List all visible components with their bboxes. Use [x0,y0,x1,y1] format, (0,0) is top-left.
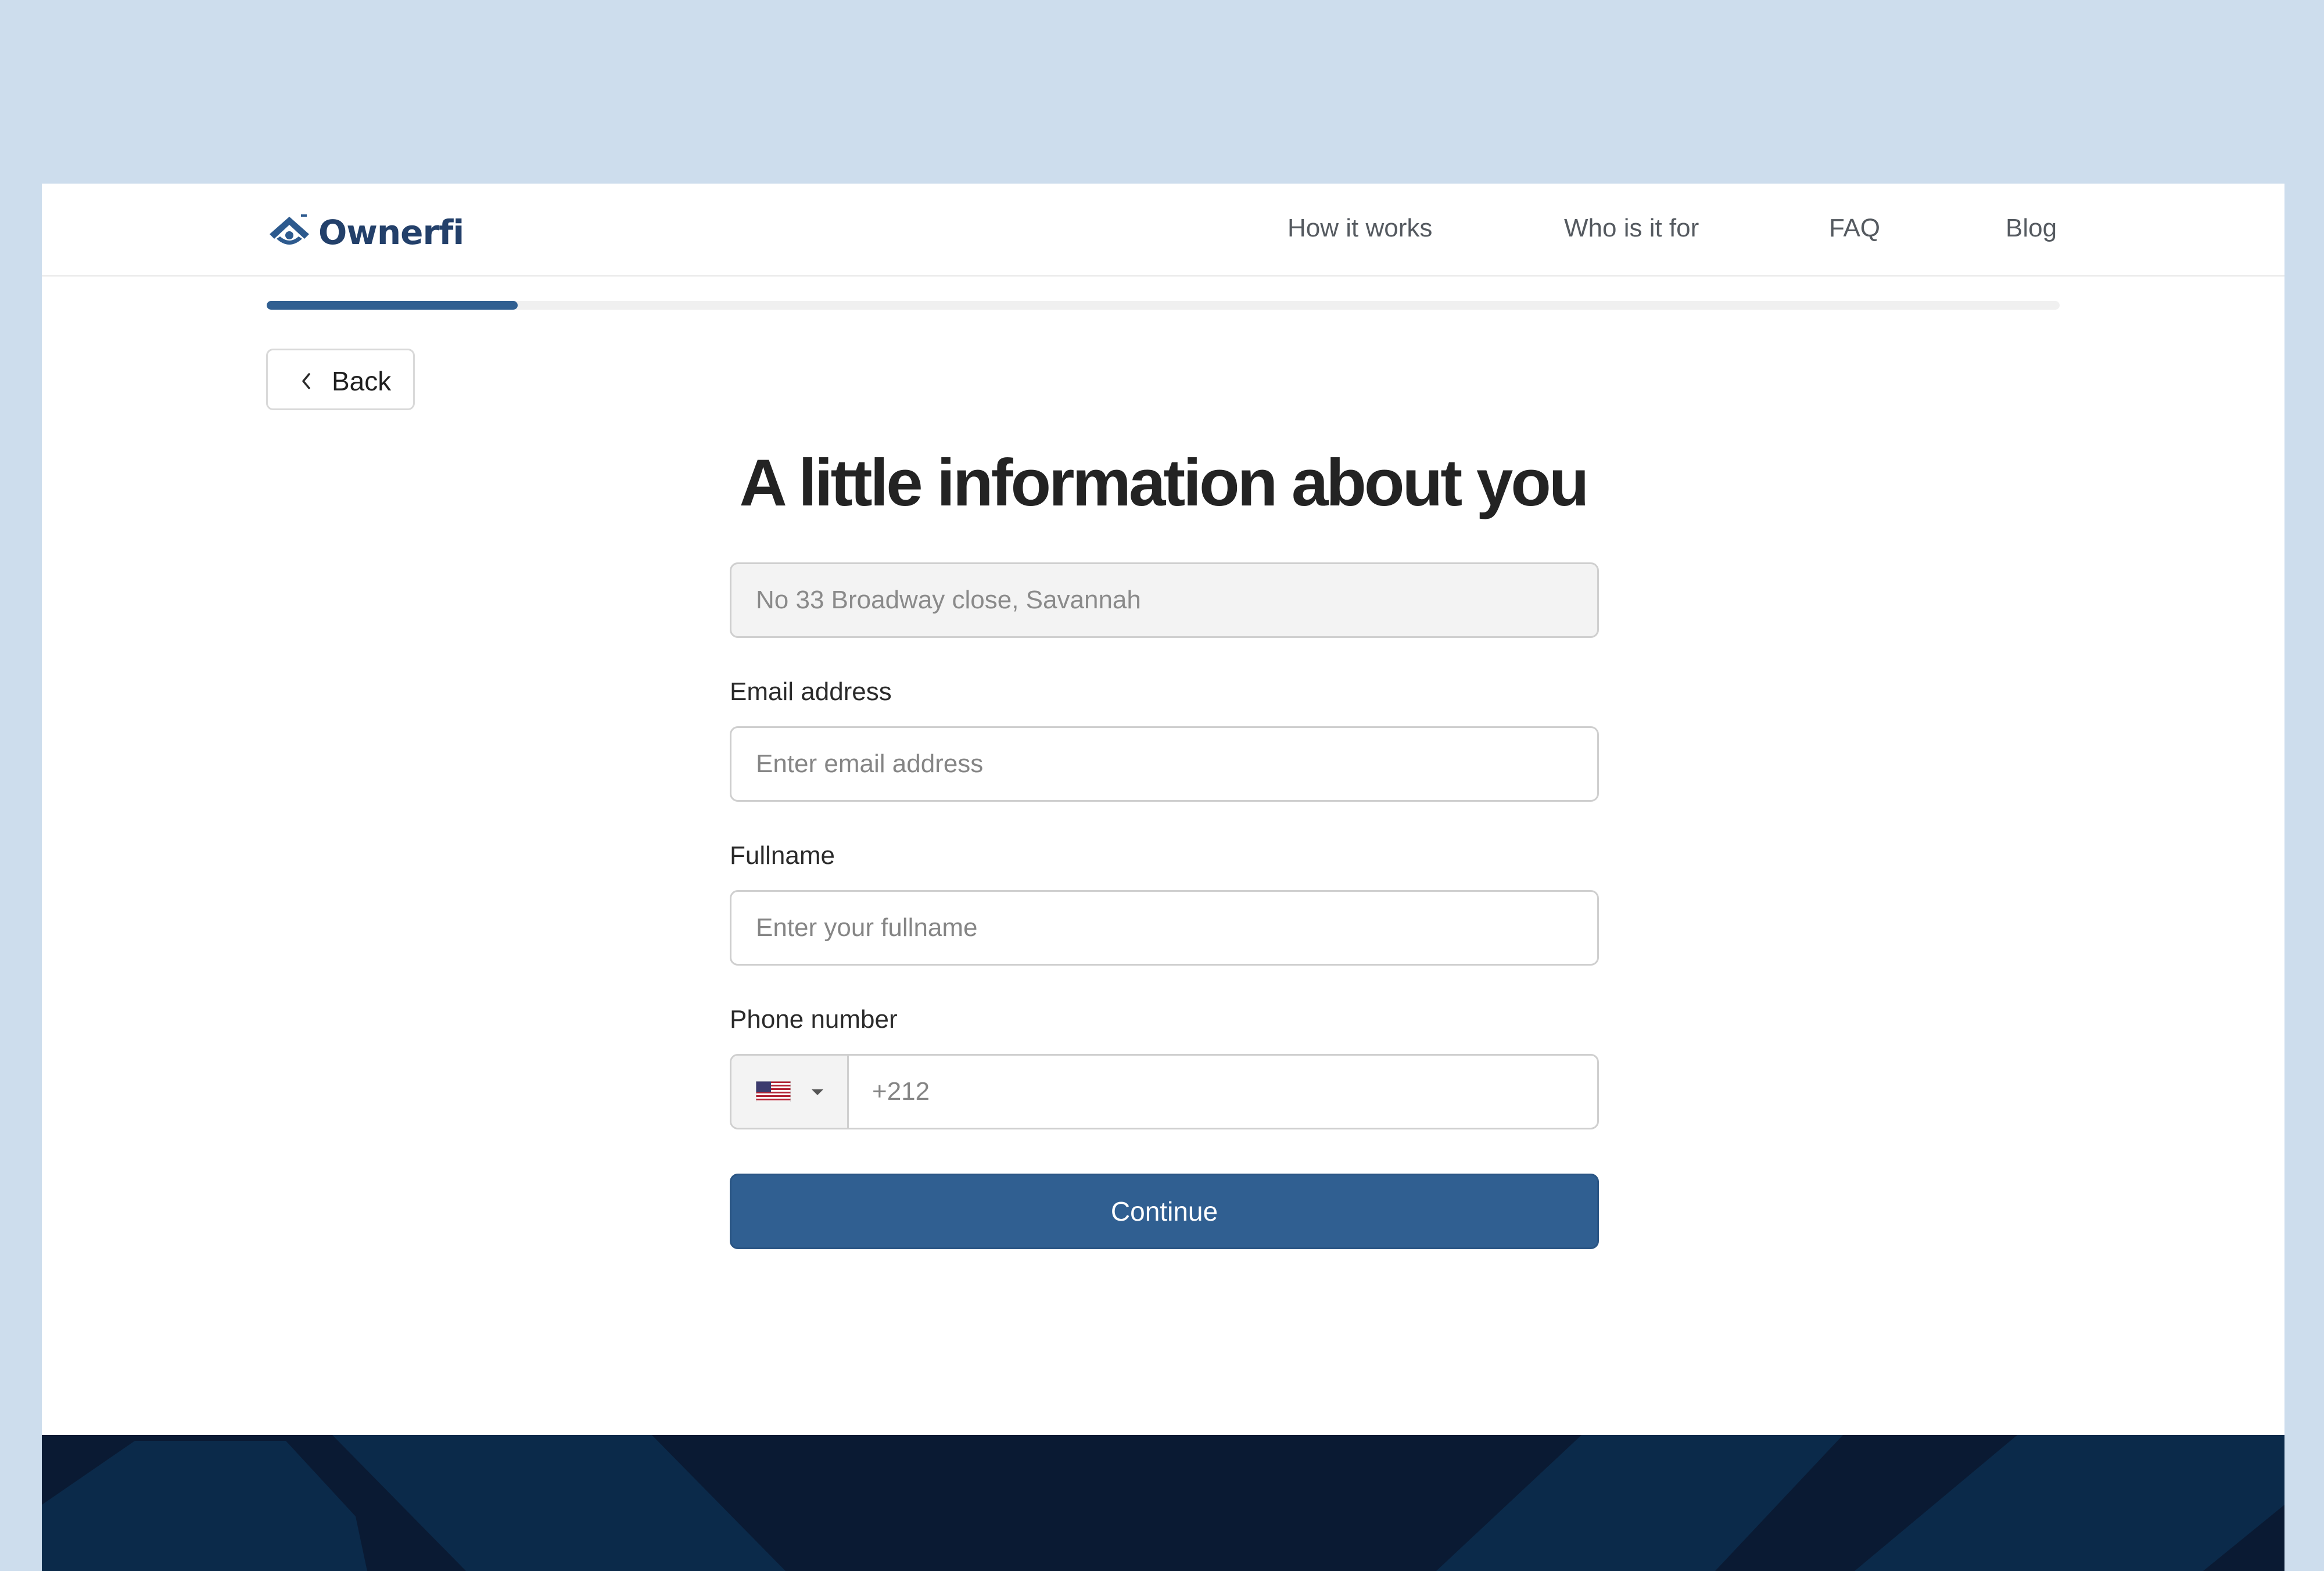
nav-how-it-works[interactable]: How it works [1287,214,1432,243]
nav-who-is-it-for[interactable]: Who is it for [1564,214,1699,243]
caret-down-icon [812,1089,823,1095]
back-label: Back [332,366,392,396]
back-button[interactable]: Back [266,349,415,410]
site-footer [42,1435,2284,1571]
page-title: A little information about you [739,446,1589,520]
footer-pattern [42,1435,2284,1571]
progress-fill [267,301,518,310]
progress-bar [267,301,2060,310]
continue-button[interactable]: Continue [730,1174,1599,1249]
phone-input-group [730,1054,1599,1129]
site-header: Ownerfi How it works Who is it for FAQ B… [42,184,2284,277]
email-field[interactable] [730,726,1599,802]
country-code-select[interactable] [731,1056,849,1128]
app-window: Ownerfi How it works Who is it for FAQ B… [42,184,2284,1571]
fullname-field[interactable] [730,890,1599,966]
phone-label: Phone number [730,1005,898,1034]
chevron-left-icon [302,373,310,389]
us-flag-icon [756,1081,791,1102]
phone-number-field[interactable] [849,1056,1597,1128]
fullname-label: Fullname [730,841,835,870]
main-nav: How it works Who is it for FAQ Blog [42,184,2284,277]
email-label: Email address [730,677,892,706]
address-field[interactable] [730,562,1599,638]
nav-faq[interactable]: FAQ [1829,214,1880,243]
nav-blog[interactable]: Blog [2006,214,2057,243]
